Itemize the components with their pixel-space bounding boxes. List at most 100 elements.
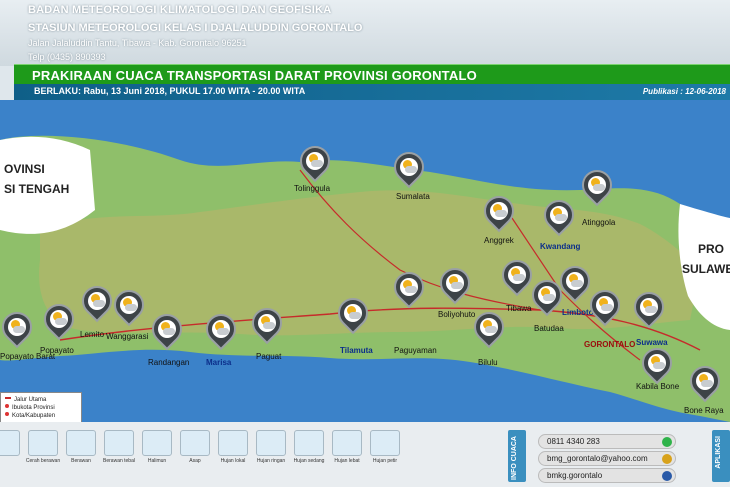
weather-marker[interactable] — [495, 253, 539, 302]
partly-sunny-icon — [50, 310, 68, 328]
partly-sunny-icon — [28, 430, 58, 456]
weather-legend-item: Hujan lebat — [328, 430, 366, 464]
mist-icon — [142, 430, 172, 456]
city-label: Popayato Barat — [0, 352, 56, 361]
contact-email[interactable]: bmg_gorontalo@yahoo.com — [538, 451, 676, 466]
partly-sunny-icon — [640, 298, 658, 316]
region-label-left-1: OVINSI — [4, 162, 45, 176]
region-label-right-2: SULAWE — [682, 262, 730, 276]
partly-sunny-icon — [588, 176, 606, 194]
weather-marker[interactable] — [293, 139, 337, 188]
weather-marker[interactable] — [683, 359, 727, 408]
weather-marker[interactable] — [627, 285, 671, 334]
legend-item: Ibukota Provinsi — [12, 404, 81, 412]
partly-sunny-icon — [120, 296, 138, 314]
partly-sunny-icon — [258, 314, 276, 332]
aplikasi-tab[interactable]: APLIKASI — [712, 430, 730, 482]
agency-name: BADAN METEOROLOGI KLIMATOLOGI DAN GEOFIS… — [28, 4, 332, 16]
city-label: Atinggola — [582, 218, 616, 227]
contact-facebook[interactable]: bmkg.gorontalo — [538, 468, 676, 483]
email-icon — [662, 454, 672, 464]
city-label: Paguyaman — [394, 346, 437, 355]
sunny-icon — [0, 430, 20, 456]
city-label: Wanggarasi — [106, 332, 149, 341]
partly-sunny-icon — [490, 202, 508, 220]
weather-legend-item: Berawan tebal — [100, 430, 138, 464]
partly-sunny-icon — [446, 274, 464, 292]
weather-marker[interactable] — [75, 279, 119, 328]
partly-sunny-icon — [596, 296, 614, 314]
page-title: PRAKIRAAN CUACA TRANSPORTASI DARAT PROVI… — [32, 68, 477, 83]
city-label: Kabila Bone — [636, 382, 680, 391]
partly-sunny-icon — [508, 266, 526, 284]
weather-marker[interactable] — [583, 283, 627, 332]
publication-date: Publikasi : 12-06-2018 — [642, 87, 726, 96]
partly-sunny-icon — [88, 292, 106, 310]
partly-sunny-icon — [8, 318, 26, 336]
weather-marker[interactable] — [331, 291, 375, 340]
partly-sunny-icon — [212, 320, 230, 338]
weather-marker[interactable] — [387, 145, 431, 194]
moderate-rain-icon — [294, 430, 324, 456]
weather-marker[interactable] — [145, 307, 189, 356]
map-terrain — [0, 135, 730, 422]
phone: Telp (0435) 890393 — [28, 52, 106, 62]
city-label: Anggrek — [484, 236, 514, 245]
partly-sunny-icon — [400, 158, 418, 176]
weather-legend-item: Hujan ringan — [252, 430, 290, 464]
weather-legend-item: Cerah berawan — [24, 430, 62, 464]
city-label: Paguat — [256, 352, 282, 361]
weather-legend-item — [0, 430, 24, 458]
weather-marker[interactable] — [575, 163, 619, 212]
facebook-icon — [662, 471, 672, 481]
weather-marker[interactable] — [467, 305, 511, 354]
weather-marker[interactable] — [537, 193, 581, 242]
weather-marker[interactable] — [433, 261, 477, 310]
smoke-icon — [180, 430, 210, 456]
legend-item: Jalur Utama — [14, 396, 81, 404]
info-cuaca-tab[interactable]: INFO CUACA — [508, 430, 526, 482]
bottom-bar: Cerah berawan Berawan Berawan tebal Hali… — [0, 422, 730, 487]
partly-sunny-icon — [306, 152, 324, 170]
weather-marker[interactable] — [0, 305, 39, 354]
partly-sunny-icon — [538, 286, 556, 304]
weather-marker[interactable] — [525, 273, 569, 322]
region-label-left-2: SI TENGAH — [4, 182, 70, 196]
weather-marker[interactable] — [199, 307, 243, 356]
city-label: Lemito — [80, 330, 105, 339]
local-rain-icon — [218, 430, 248, 456]
contact-whatsapp[interactable]: 0811 4340 283 — [538, 434, 676, 449]
weather-legend-item: Hujan petir — [366, 430, 404, 464]
city-label: GORONTALO — [584, 340, 636, 349]
city-label: Bone Raya — [684, 406, 724, 415]
city-label: Randangan — [148, 358, 190, 367]
weather-marker[interactable] — [37, 297, 81, 346]
heavy-rain-icon — [332, 430, 362, 456]
partly-sunny-icon — [344, 304, 362, 322]
city-label: Limboto — [562, 308, 594, 317]
city-label: Tilamuta — [340, 346, 373, 355]
weather-marker[interactable] — [245, 301, 289, 350]
station-name: STASIUN METEOROLOGI KELAS I DJALALUDDIN … — [28, 22, 363, 34]
legend-item: Kota/Kabupaten — [12, 412, 81, 420]
thunderstorm-icon — [370, 430, 400, 456]
light-rain-icon — [256, 430, 286, 456]
weather-marker[interactable] — [107, 283, 151, 332]
partly-sunny-icon — [648, 354, 666, 372]
whatsapp-icon — [662, 437, 672, 447]
address: Jalan Jalaluddin Tantu, Tibawa - Kab. Go… — [28, 38, 247, 48]
partly-sunny-icon — [696, 372, 714, 390]
weather-marker[interactable] — [477, 189, 521, 238]
city-label: Tibawa — [506, 304, 532, 313]
weather-marker[interactable] — [387, 265, 431, 314]
city-label: Tolinggula — [294, 184, 331, 193]
weather-marker[interactable] — [553, 259, 597, 308]
city-label: Sumalata — [396, 192, 430, 201]
validity-period: BERLAKU: Rabu, 13 Juni 2018, PUKUL 17.00… — [34, 86, 306, 96]
weather-legend-item: Asap — [176, 430, 214, 464]
city-label: Marisa — [206, 358, 232, 367]
weather-legend-item: Berawan — [62, 430, 100, 464]
partly-sunny-icon — [480, 318, 498, 336]
city-label: Boliyohuto — [438, 310, 476, 319]
overcast-icon — [104, 430, 134, 456]
